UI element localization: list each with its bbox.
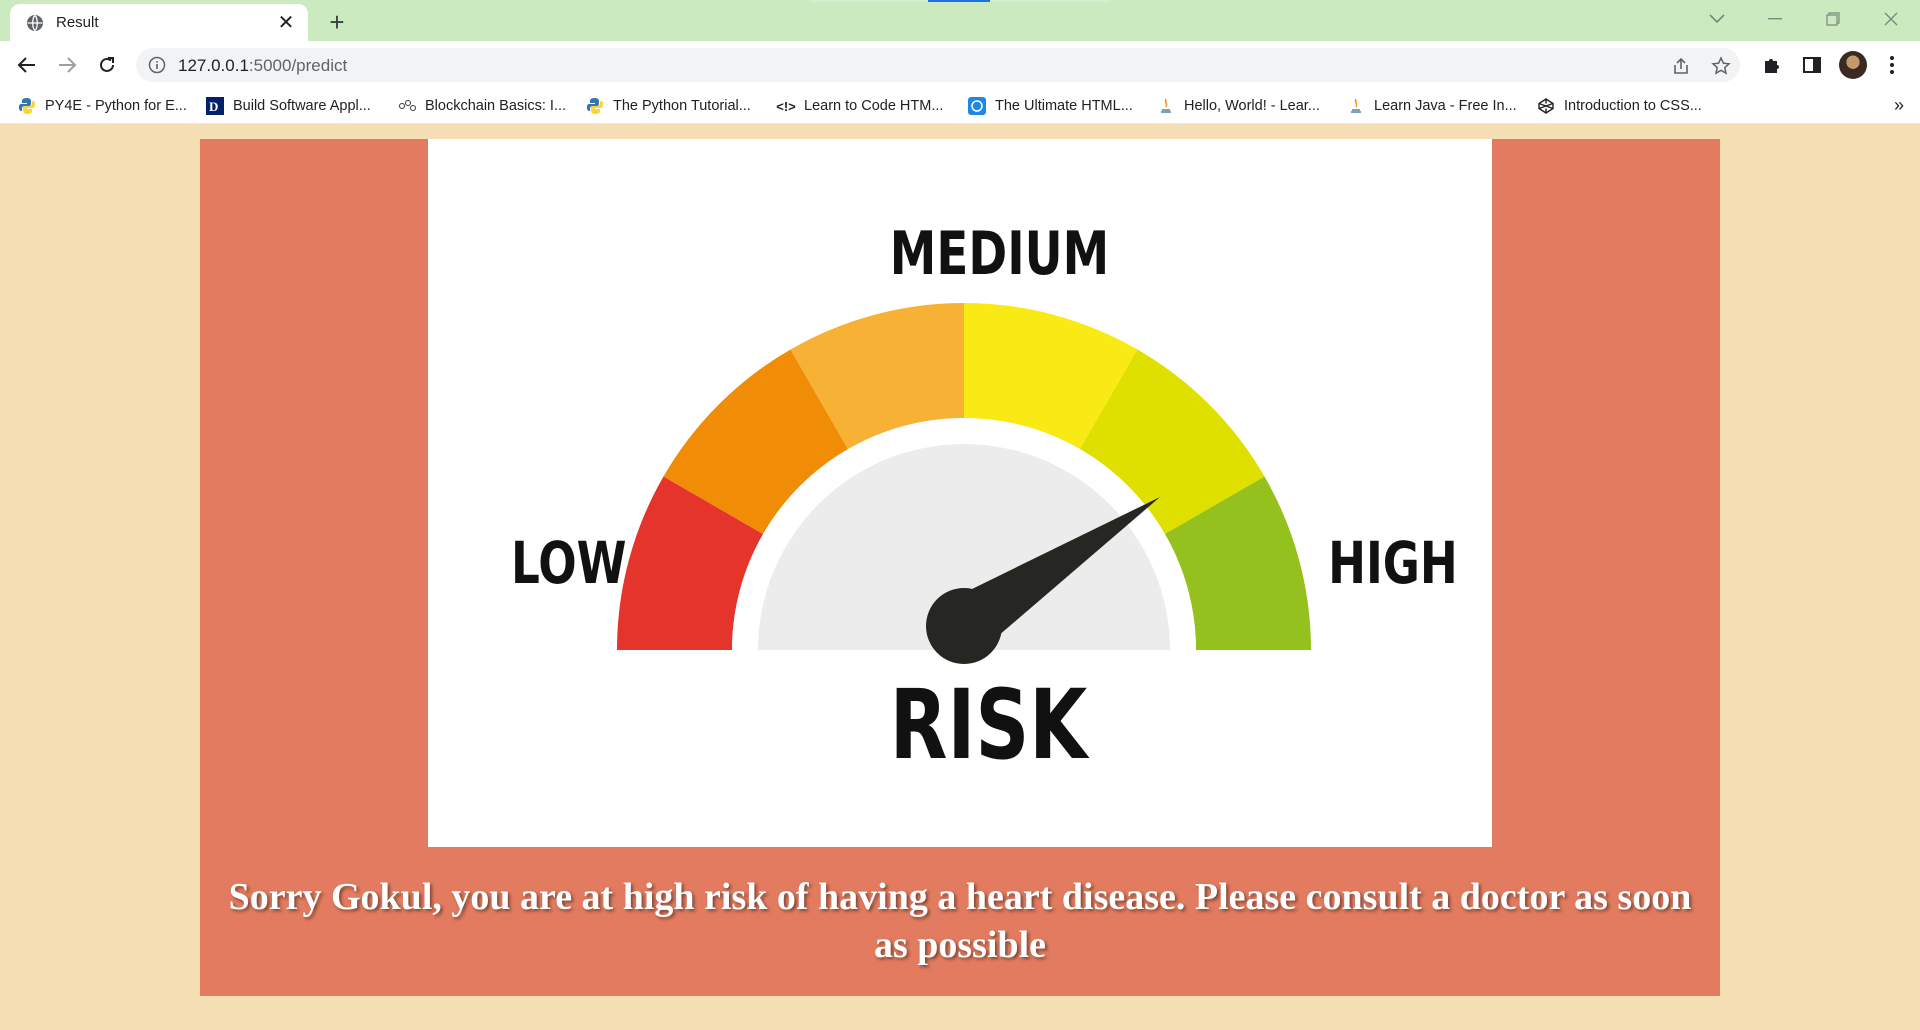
site-info-icon[interactable] bbox=[148, 56, 166, 74]
restore-button[interactable] bbox=[1804, 0, 1862, 38]
forward-arrow-icon[interactable] bbox=[51, 49, 83, 81]
bookmark-label: Learn to Code HTM... bbox=[804, 98, 944, 114]
window-controls bbox=[1688, 0, 1920, 38]
profile-avatar[interactable] bbox=[1838, 50, 1868, 80]
bookmark-label: PY4E - Python for E... bbox=[45, 98, 187, 114]
kebab-menu-icon[interactable] bbox=[1877, 50, 1907, 80]
tab-strip: Result ✕ + bbox=[0, 0, 1920, 41]
gauge-label-medium: MEDIUM bbox=[889, 219, 1110, 289]
result-message: Sorry Gokul, you are at high risk of hav… bbox=[228, 876, 1692, 966]
tab-search-chevron-icon[interactable] bbox=[1688, 0, 1746, 38]
html-icon bbox=[968, 97, 986, 115]
bookmark-label: Build Software Appl... bbox=[233, 98, 371, 114]
reload-icon[interactable] bbox=[91, 49, 123, 81]
bookmark-item[interactable]: Blockchain Basics: I... bbox=[398, 97, 566, 115]
tab-title: Result bbox=[56, 14, 99, 31]
bookmark-label: Blockchain Basics: I... bbox=[425, 98, 567, 114]
address-bar[interactable]: 127.0.0.1:5000/predict bbox=[136, 48, 1740, 82]
tab-result[interactable]: Result ✕ bbox=[10, 4, 308, 41]
globe-icon bbox=[27, 14, 43, 31]
java-icon bbox=[1157, 97, 1175, 115]
back-arrow-icon[interactable] bbox=[11, 49, 43, 81]
blockchain-icon bbox=[398, 97, 416, 115]
bookmark-star-icon[interactable] bbox=[1710, 55, 1732, 77]
bookmark-item[interactable]: Introduction to CSS... bbox=[1537, 97, 1702, 115]
bookmark-item[interactable]: PY4E - Python for E... bbox=[18, 97, 187, 115]
code-brackets-icon: <!> bbox=[776, 98, 796, 114]
bookmark-item[interactable]: <!> Learn to Code HTM... bbox=[776, 97, 944, 115]
gauge-label-risk: RISK bbox=[889, 669, 1088, 781]
bookmarks-overflow-button[interactable]: » bbox=[1894, 95, 1904, 116]
python-icon bbox=[586, 97, 604, 115]
bookmark-item[interactable]: D Build Software Appl... bbox=[206, 97, 371, 115]
extensions-puzzle-icon[interactable] bbox=[1757, 50, 1787, 80]
codepen-icon bbox=[1537, 97, 1555, 115]
bookmark-item[interactable]: The Python Tutorial... bbox=[586, 97, 751, 115]
url-host: 127.0.0.1 bbox=[178, 56, 249, 75]
bookmark-label: The Python Tutorial... bbox=[613, 98, 751, 114]
gauge-label-low: LOW bbox=[511, 529, 627, 597]
bookmark-label: The Ultimate HTML... bbox=[995, 98, 1133, 114]
python-icon bbox=[18, 97, 36, 115]
duke-icon: D bbox=[206, 97, 224, 115]
close-window-button[interactable] bbox=[1862, 0, 1920, 38]
url-path: :5000/predict bbox=[248, 56, 348, 75]
new-tab-button[interactable]: + bbox=[323, 7, 351, 37]
minimize-button[interactable] bbox=[1746, 0, 1804, 38]
bookmark-label: Hello, World! - Lear... bbox=[1184, 98, 1320, 114]
gauge-label-high: HIGH bbox=[1328, 529, 1458, 597]
active-indicator bbox=[928, 0, 990, 2]
bookmark-item[interactable]: The Ultimate HTML... bbox=[968, 97, 1133, 115]
svg-text:D: D bbox=[209, 99, 218, 114]
share-icon[interactable] bbox=[1670, 55, 1692, 77]
url-text[interactable]: 127.0.0.1:5000/predict bbox=[178, 56, 347, 76]
bookmark-label: Learn Java - Free In... bbox=[1374, 98, 1517, 114]
bookmarks-bar: PY4E - Python for E... D Build Software Ap… bbox=[0, 89, 1920, 124]
java-icon bbox=[1347, 97, 1365, 115]
browser-toolbar: 127.0.0.1:5000/predict bbox=[0, 41, 1920, 89]
bookmark-item[interactable]: Hello, World! - Lear... bbox=[1157, 97, 1320, 115]
risk-gauge-image: MEDIUM LOW HIGH RISK bbox=[428, 139, 1492, 847]
tab-close-icon[interactable]: ✕ bbox=[272, 9, 300, 37]
bookmark-label: Introduction to CSS... bbox=[1564, 98, 1702, 114]
result-card: MEDIUM LOW HIGH RISK Sorry Gokul, you ar… bbox=[200, 139, 1720, 996]
side-panel-icon[interactable] bbox=[1797, 50, 1827, 80]
gauge-needle-hub bbox=[926, 588, 1002, 664]
bookmark-item[interactable]: Learn Java - Free In... bbox=[1347, 97, 1517, 115]
